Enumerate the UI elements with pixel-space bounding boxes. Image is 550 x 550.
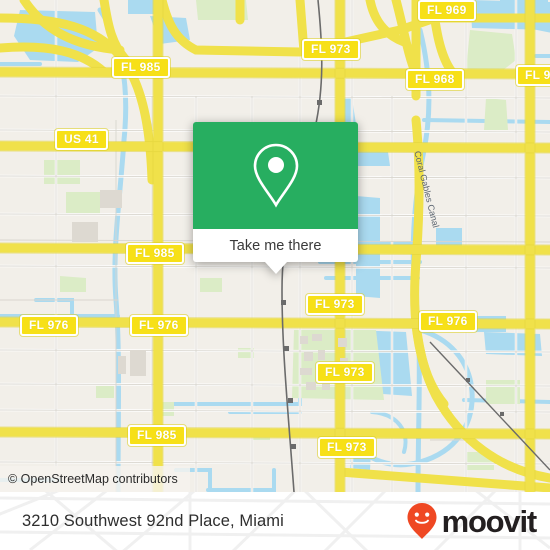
footer-content: 3210 Southwest 92nd Place, Miami moovit [0,492,550,550]
osm-attribution[interactable]: © OpenStreetMap contributors [0,466,190,492]
screenshot-root: FL 969 FL 973 FL 985 FL 968 FL 96 US 41 … [0,0,550,550]
map-pin-icon [253,143,298,208]
moovit-wordmark: moovit [441,503,538,539]
moovit-logo[interactable]: moovit [406,502,538,540]
road-shield: FL 985 [112,57,170,78]
road-shield: FL 973 [316,362,374,383]
road-shield: FL 96 [516,65,550,86]
road-shield: FL 968 [406,69,464,90]
location-popup-card[interactable]: Take me there [193,122,358,274]
osm-attribution-text: © OpenStreetMap contributors [8,472,178,486]
road-shield: FL 973 [318,437,376,458]
take-me-there-label: Take me there [229,237,322,254]
popup-action-bar[interactable]: Take me there [193,229,358,274]
popup-tail-pointer [264,262,287,274]
road-shield: FL 985 [126,243,184,264]
road-shield: FL 973 [306,294,364,315]
road-shield: US 41 [55,129,108,150]
road-shield: FL 969 [418,0,476,21]
road-shield: FL 985 [128,425,186,446]
footer-bar: 3210 Southwest 92nd Place, Miami moovit [0,492,550,550]
road-shield: FL 976 [419,311,477,332]
popup-icon-panel [193,122,358,229]
map-canvas[interactable]: FL 969 FL 973 FL 985 FL 968 FL 96 US 41 … [0,0,550,492]
road-shield: FL 976 [130,315,188,336]
road-shield: FL 973 [302,39,360,60]
moovit-pin-icon [407,503,437,539]
address-label: 3210 Southwest 92nd Place, Miami [22,511,284,530]
road-shield: FL 976 [20,315,78,336]
